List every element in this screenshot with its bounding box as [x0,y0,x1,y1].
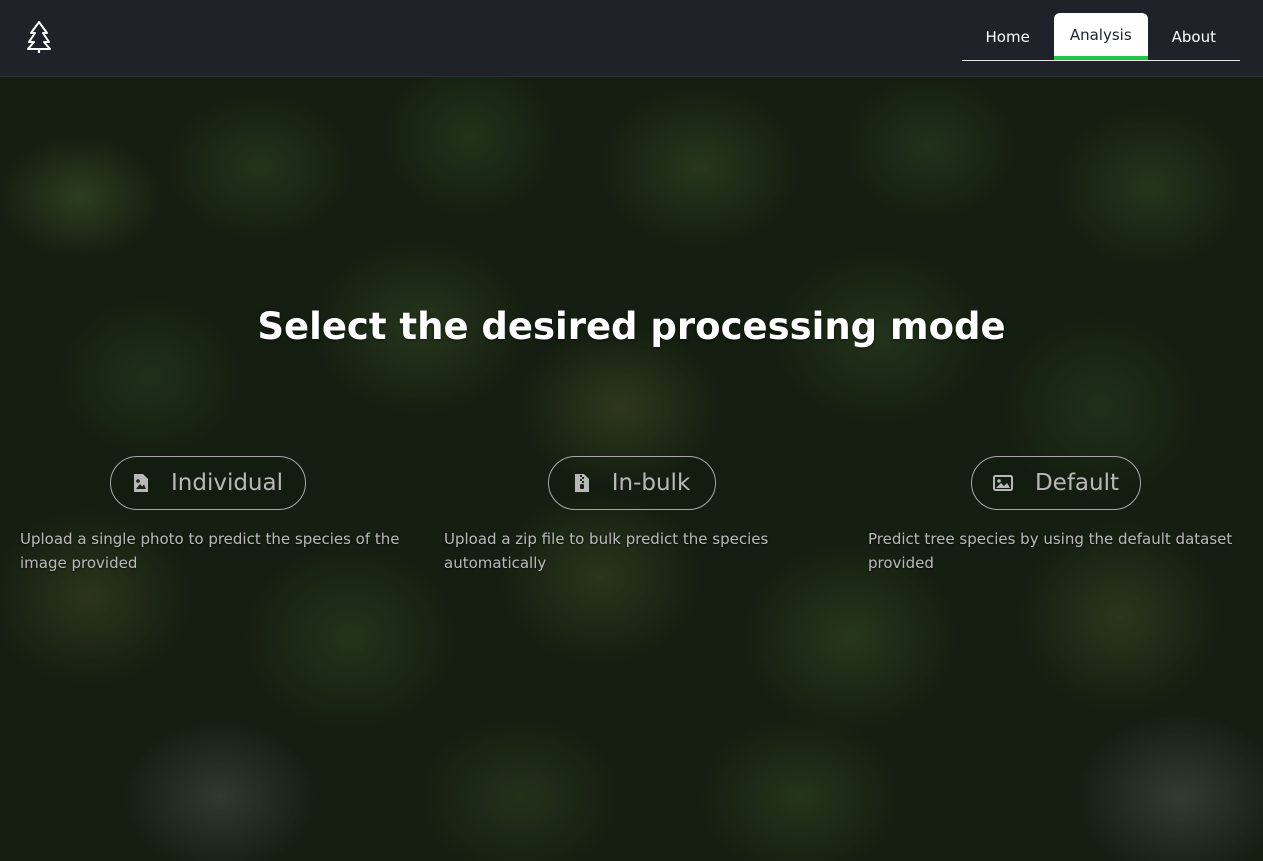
image-file-icon [133,474,148,492]
in-bulk-description: Upload a zip file to bulk predict the sp… [444,530,769,572]
default-label: Default [1034,470,1120,496]
default-button[interactable]: Default [971,456,1141,510]
individual-label: Individual [170,470,283,496]
in-bulk-button[interactable]: In-bulk [548,456,716,510]
image-icon [992,475,1013,491]
nav-home[interactable]: Home [962,13,1054,60]
navbar: Home Analysis About [0,0,1263,77]
in-bulk-label: In-bulk [611,470,691,496]
main-nav: Home Analysis About [961,13,1240,61]
individual-description: Upload a single photo to predict the spe… [20,530,400,572]
zip-file-icon [574,474,589,492]
nav-about[interactable]: About [1148,13,1240,60]
forest-background: Select the desired processing mode Indiv… [0,77,1263,861]
individual-button[interactable]: Individual [110,456,306,510]
default-description: Predict tree species by using the defaul… [868,530,1233,572]
nav-analysis[interactable]: Analysis [1053,13,1148,60]
pine-tree-icon[interactable] [26,20,52,54]
page-title: Select the desired processing mode [257,305,1006,348]
